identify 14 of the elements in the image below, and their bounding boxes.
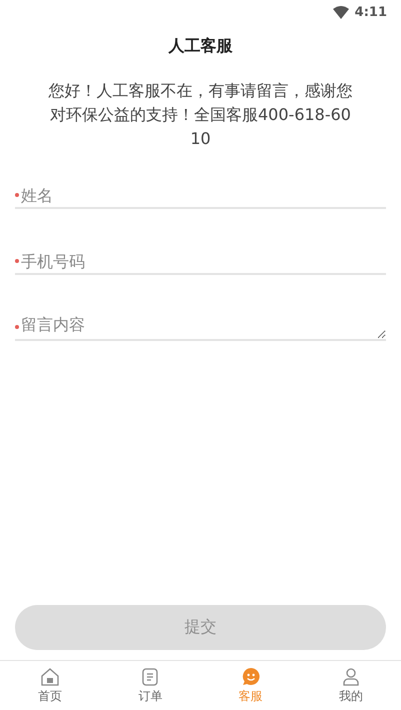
status-time: 4:11	[354, 4, 387, 20]
person-icon	[340, 666, 361, 686]
page-title: 人工客服	[167, 36, 234, 57]
wifi-icon	[332, 6, 349, 18]
message-field[interactable]: 留言内容	[21, 315, 386, 339]
document-icon	[140, 666, 160, 686]
notice-text: 您好！人工客服不在，有事请留言，感谢您对环保公益的支持！全国客服400-618-6010	[48, 80, 354, 150]
home-icon	[40, 666, 60, 686]
smiley-chat-icon	[240, 666, 261, 686]
tab-bar-item[interactable]: 首页	[0, 661, 100, 710]
tab-bar-item[interactable]: 订单	[100, 661, 200, 710]
tab-bar-item[interactable]: 我的	[300, 661, 401, 710]
input-field[interactable]: 姓名	[21, 186, 386, 204]
input-field[interactable]: 手机号码	[21, 252, 386, 270]
